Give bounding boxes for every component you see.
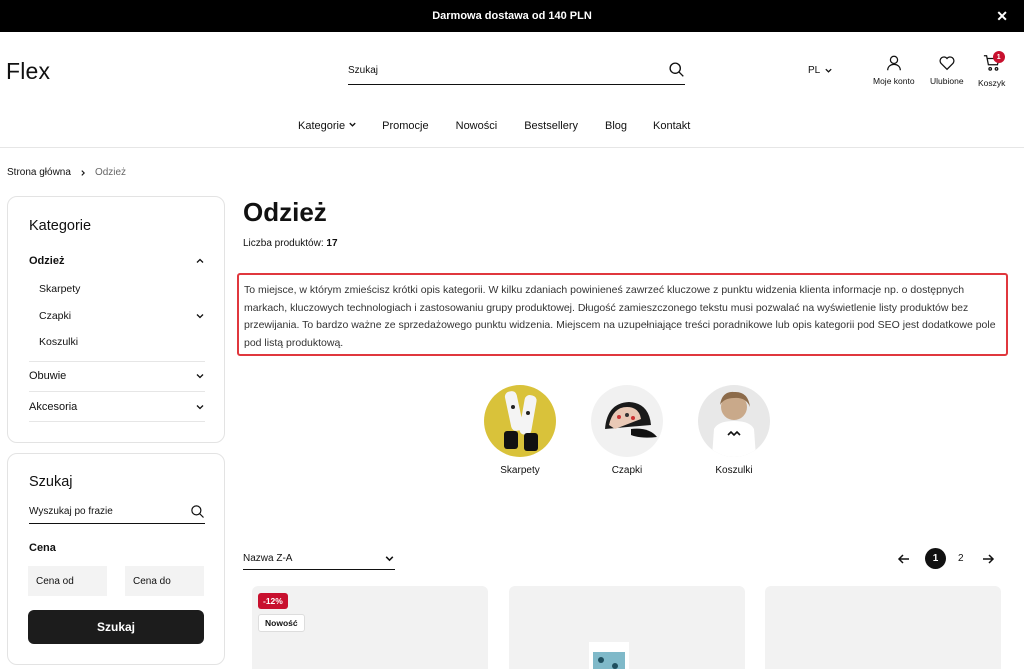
breadcrumb: Strona główna Odzież [7, 167, 126, 178]
cart-count-badge: 1 [992, 51, 1005, 63]
filter-search-button[interactable]: Szukaj [28, 610, 204, 644]
favorites-link[interactable]: Ulubione [930, 54, 964, 86]
sidebar-item-obuwie[interactable]: Obuwie [29, 370, 205, 382]
cart-link[interactable]: 1 Koszyk [978, 51, 1006, 88]
subcategory-label: Czapki [611, 465, 643, 476]
nav-item-label: Kategorie [298, 120, 346, 132]
product-count: Liczba produktów: 17 [243, 238, 338, 249]
chevron-right-icon [81, 169, 85, 176]
divider [29, 421, 205, 422]
main-nav: Kategorie Promocje Nowości Bestsellery B… [298, 120, 690, 132]
sidebar-item-skarpety[interactable]: Skarpety [39, 283, 205, 295]
category-description: To miejsce, w którym zmieścisz krótki op… [237, 273, 1008, 356]
announcement-text: Darmowa dostawa od 140 PLN [432, 10, 592, 22]
account-link[interactable]: Moje konto [873, 54, 915, 86]
product-card[interactable]: -12% Nowość [252, 586, 488, 669]
price-to-field[interactable] [125, 566, 204, 596]
sidebar-item-label: Czapki [39, 310, 72, 322]
heart-icon [939, 56, 955, 71]
product-count-value: 17 [326, 238, 338, 249]
page-next[interactable]: 2 [958, 553, 964, 564]
phrase-search-input[interactable] [29, 500, 179, 522]
nav-item-bestsellery[interactable]: Bestsellery [524, 120, 578, 132]
logo[interactable]: Flex [6, 58, 50, 85]
sidebar-item-akcesoria[interactable]: Akcesoria [29, 401, 205, 413]
chevron-down-icon [825, 68, 832, 73]
chevron-down-icon[interactable] [195, 311, 205, 321]
subcategory-label: Skarpety [500, 465, 540, 476]
arrow-right-icon[interactable] [981, 552, 995, 566]
product-card[interactable] [509, 586, 745, 669]
language-code: PL [808, 65, 821, 76]
subcategory-image [698, 385, 770, 457]
pagination: 1 2 [897, 548, 995, 569]
sidebar-item-koszulki[interactable]: Koszulki [39, 336, 205, 348]
language-selector[interactable]: PL [808, 65, 833, 76]
sidebar-item-label: Koszulki [39, 336, 79, 348]
price-label: Cena [29, 542, 56, 554]
breadcrumb-home[interactable]: Strona główna [7, 167, 71, 178]
cart-label: Koszyk [978, 78, 1006, 88]
divider [29, 361, 205, 362]
chevron-up-icon[interactable] [195, 256, 205, 266]
nav-item-nowosci[interactable]: Nowości [456, 120, 498, 132]
phrase-search [29, 500, 205, 524]
new-badge: Nowość [258, 614, 305, 632]
sale-badge: -12% [258, 593, 288, 609]
sidebar-item-czapki[interactable]: Czapki [39, 310, 205, 322]
category-panel: Kategorie Odzież Skarpety Czapki Koszulk… [7, 196, 225, 443]
breadcrumb-current: Odzież [94, 167, 127, 178]
nav-item-kategorie[interactable]: Kategorie [298, 120, 357, 132]
divider [29, 391, 205, 392]
chevron-down-icon [349, 122, 356, 127]
sort-value: Nazwa Z-A [243, 553, 293, 564]
chevron-down-icon[interactable] [195, 371, 205, 381]
category-panel-title: Kategorie [29, 218, 92, 234]
sidebar-item-label: Skarpety [39, 283, 81, 295]
subcategory-image [484, 385, 556, 457]
sidebar-item-label: Obuwie [29, 370, 67, 382]
subcategory-image [591, 385, 663, 457]
chevron-down-icon [385, 556, 394, 562]
sort-select[interactable]: Nazwa Z-A [243, 548, 395, 570]
page-title: Odzież [243, 197, 327, 227]
favorites-label: Ulubione [930, 76, 964, 86]
account-label: Moje konto [873, 76, 915, 86]
search-bar [348, 58, 685, 85]
product-image [589, 642, 629, 669]
search-icon[interactable] [668, 61, 685, 78]
subcategory-skarpety[interactable]: Skarpety [484, 385, 556, 476]
page-current[interactable]: 1 [925, 548, 946, 569]
nav-item-kontakt[interactable]: Kontakt [653, 120, 690, 132]
arrow-left-icon[interactable] [897, 552, 911, 566]
filter-panel-title: Szukaj [29, 474, 73, 490]
price-from-field[interactable] [28, 566, 107, 596]
sidebar-item-label: Akcesoria [29, 401, 78, 413]
header-divider [0, 147, 1024, 148]
nav-item-blog[interactable]: Blog [605, 120, 627, 132]
nav-item-promocje[interactable]: Promocje [382, 120, 428, 132]
subcategory-koszulki[interactable]: Koszulki [698, 385, 770, 476]
subcategory-label: Koszulki [715, 465, 753, 476]
subcategory-czapki[interactable]: Czapki [591, 385, 663, 476]
sidebar-item-label: Odzież [29, 255, 65, 267]
sidebar-item-odziez[interactable]: Odzież [29, 255, 205, 267]
chevron-down-icon[interactable] [195, 402, 205, 412]
user-icon [886, 55, 901, 71]
announcement-bar: Darmowa dostawa od 140 PLN ✕ [0, 0, 1024, 32]
product-count-label: Liczba produktów: [243, 238, 324, 249]
product-card[interactable] [765, 586, 1001, 669]
search-icon[interactable] [190, 504, 205, 519]
close-icon[interactable]: ✕ [996, 8, 1008, 24]
search-input[interactable] [348, 58, 648, 82]
